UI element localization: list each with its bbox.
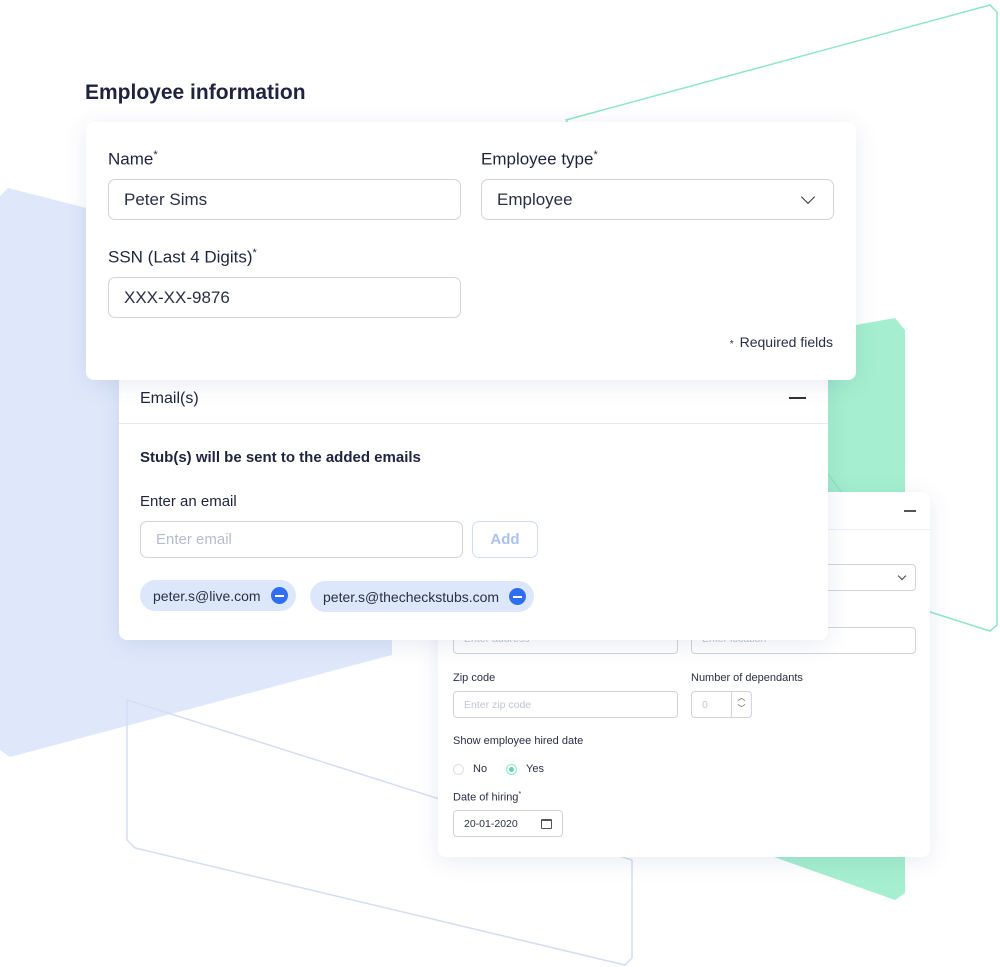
radio-checked-icon xyxy=(506,763,517,775)
select-field[interactable] xyxy=(818,564,916,591)
radio-unchecked-icon xyxy=(453,763,464,775)
employee-type-label: Employee type* xyxy=(481,149,598,169)
emails-subtitle: Stub(s) will be sent to the added emails xyxy=(140,449,421,466)
page-title: Employee information xyxy=(85,81,306,104)
collapse-icon[interactable] xyxy=(904,510,916,512)
stepper-arrows[interactable]: ︿ ﹀ xyxy=(731,692,751,717)
dependants-stepper[interactable]: 0 ︿ ﹀ xyxy=(691,691,752,718)
radio-yes[interactable]: Yes xyxy=(506,763,544,775)
remove-icon[interactable] xyxy=(509,588,527,605)
required-note: * Required fields xyxy=(729,334,833,350)
emails-card: Email(s) Stub(s) will be sent to the add… xyxy=(119,360,828,640)
email-input-label: Enter an email xyxy=(140,493,237,510)
employee-type-select[interactable]: Employee xyxy=(481,179,834,220)
calendar-icon[interactable] xyxy=(541,819,552,829)
zip-input[interactable]: Enter zip code xyxy=(453,691,678,718)
zip-label: Zip code xyxy=(453,672,496,684)
radio-no[interactable]: No xyxy=(453,763,487,775)
divider xyxy=(119,423,828,424)
emails-title: Email(s) xyxy=(140,390,199,407)
name-input[interactable]: Peter Sims xyxy=(108,179,461,220)
ssn-input[interactable]: XXX-XX-9876 xyxy=(108,277,461,318)
email-input[interactable]: Enter email xyxy=(140,521,463,558)
date-label: Date of hiring* xyxy=(453,791,522,804)
hired-date-label: Show employee hired date xyxy=(453,735,584,747)
remove-icon[interactable] xyxy=(270,587,288,604)
employee-form-card: Name* Peter Sims Employee type* Employee… xyxy=(86,122,856,380)
name-label: Name* xyxy=(108,149,158,169)
chevron-down-icon xyxy=(897,571,907,581)
email-chip: peter.s@thecheckstubs.com xyxy=(310,581,535,612)
chevron-down-icon xyxy=(800,189,816,205)
collapse-icon[interactable] xyxy=(789,397,806,399)
add-email-button[interactable]: Add xyxy=(472,521,538,558)
dependants-label: Number of dependants xyxy=(691,672,803,684)
date-input[interactable]: 20-01-2020 xyxy=(453,810,563,837)
ssn-label: SSN (Last 4 Digits)* xyxy=(108,247,257,267)
email-chip: peter.s@live.com xyxy=(140,580,296,611)
